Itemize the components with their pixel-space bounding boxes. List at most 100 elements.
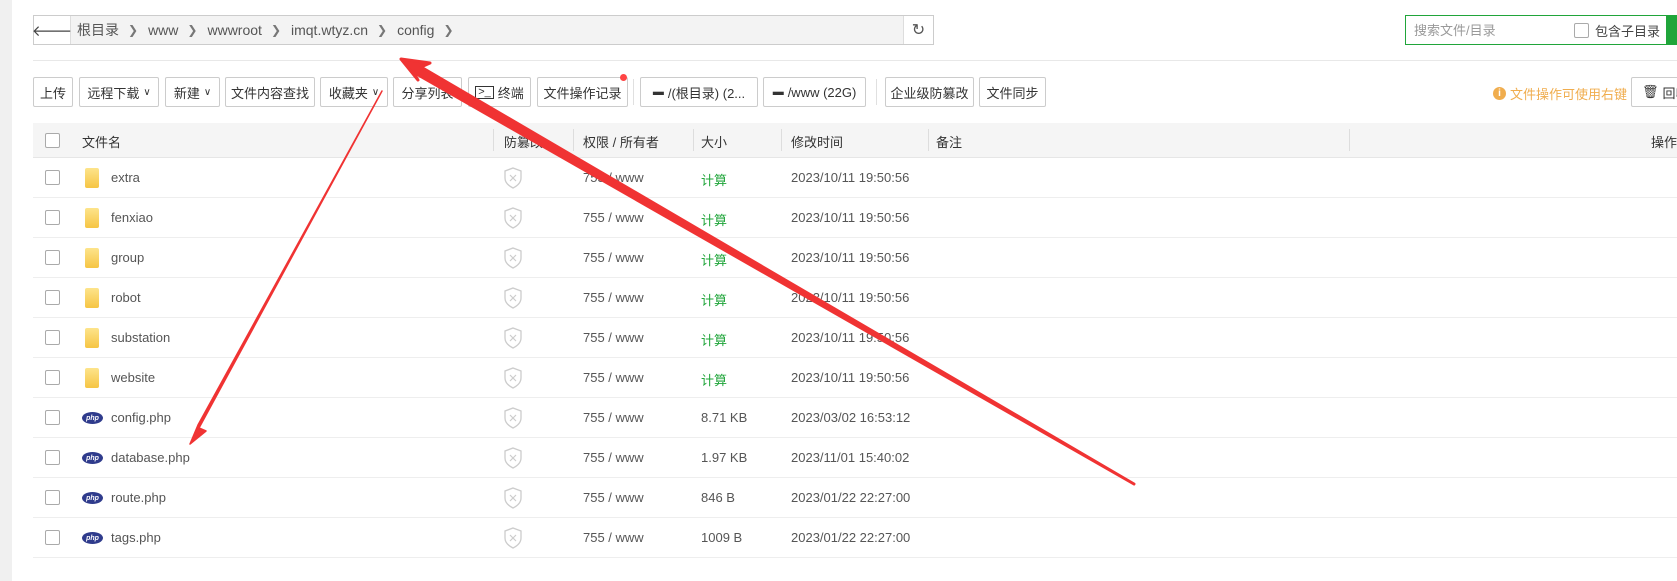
table-row[interactable]: fenxiao 755 / www 计算 2023/10/11 19:50:56	[33, 198, 1677, 238]
new-button[interactable]: 新建 ∨	[165, 77, 220, 107]
shield-off-icon[interactable]	[504, 327, 522, 349]
operation-log-button[interactable]: 文件操作记录	[537, 77, 628, 107]
row-checkbox[interactable]	[45, 490, 60, 505]
upload-button[interactable]: 上传	[33, 77, 73, 107]
shield-off-icon[interactable]	[504, 247, 522, 269]
permission[interactable]: 755 / www	[583, 290, 644, 305]
breadcrumb-item[interactable]: imqt.wtyz.cn ❯	[291, 20, 387, 40]
table-row[interactable]: group 755 / www 计算 2023/10/11 19:50:56	[33, 238, 1677, 278]
col-divider	[573, 129, 574, 151]
file-size[interactable]: 计算	[701, 210, 727, 229]
shield-off-icon[interactable]	[504, 287, 522, 309]
breadcrumb-item[interactable]: www ❯	[148, 20, 197, 40]
favorites-button[interactable]: 收藏夹 ∨	[320, 77, 388, 107]
file-name[interactable]: database.php	[111, 450, 190, 465]
shield-off-icon[interactable]	[504, 367, 522, 389]
permission[interactable]: 755 / www	[583, 530, 644, 545]
permission[interactable]: 755 / www	[583, 170, 644, 185]
chevron-down-icon: ∨	[203, 86, 212, 98]
file-name[interactable]: substation	[111, 330, 170, 345]
table-header: 文件名 防篡改 权限 / 所有者 大小 修改时间 备注 操作	[33, 123, 1677, 158]
file-name[interactable]: group	[111, 250, 144, 265]
share-list-button[interactable]: 分享列表	[393, 77, 462, 107]
disk-button[interactable]: ▬/(根目录) (2...	[640, 77, 758, 107]
shield-off-icon[interactable]	[504, 207, 522, 229]
table-row[interactable]: extra 755 / www 计算 2023/10/11 19:50:56	[33, 158, 1677, 198]
table-row[interactable]: substation 755 / www 计算 2023/10/11 19:50…	[33, 318, 1677, 358]
permission[interactable]: 755 / www	[583, 210, 644, 225]
disk-button[interactable]: ▬/www (22G)	[763, 77, 866, 107]
disk-label: /www (22G)	[787, 84, 857, 100]
file-size[interactable]: 计算	[701, 290, 727, 309]
table-row[interactable]: website 755 / www 计算 2023/10/11 19:50:56	[33, 358, 1677, 398]
php-file-icon: php	[82, 412, 103, 424]
row-checkbox[interactable]	[45, 290, 60, 305]
back-button[interactable]: 🡐	[32, 16, 72, 44]
permission[interactable]: 755 / www	[583, 250, 644, 265]
file-sync-button[interactable]: 文件同步	[979, 77, 1046, 107]
breadcrumb-item[interactable]: config ❯	[397, 20, 453, 40]
shield-off-icon[interactable]	[504, 167, 522, 189]
recycle-label: 回收	[1662, 85, 1677, 101]
permission[interactable]: 755 / www	[583, 490, 644, 505]
button-label: 文件内容查找	[230, 85, 309, 101]
terminal-button[interactable]: >_ 终端	[468, 77, 531, 107]
recycle-bin-button[interactable]: 🗑回收	[1631, 77, 1677, 107]
col-divider	[781, 129, 782, 151]
search-input[interactable]	[1414, 22, 1574, 38]
file-size[interactable]: 计算	[701, 250, 727, 269]
table-row[interactable]: php config.php 755 / www 8.71 KB 2023/03…	[33, 398, 1677, 438]
button-label: 远程下载	[87, 85, 140, 101]
row-checkbox[interactable]	[45, 410, 60, 425]
permission[interactable]: 755 / www	[583, 410, 644, 425]
permission[interactable]: 755 / www	[583, 370, 644, 385]
col-size[interactable]: 大小	[701, 132, 727, 151]
remote-download-button[interactable]: 远程下载 ∨	[79, 77, 159, 107]
shield-off-icon[interactable]	[504, 407, 522, 429]
row-checkbox[interactable]	[45, 370, 60, 385]
tamper-proof-button[interactable]: 企业级防篡改	[885, 77, 974, 107]
row-checkbox[interactable]	[45, 450, 60, 465]
table-row[interactable]: php tags.php 755 / www 1009 B 2023/01/22…	[33, 518, 1677, 558]
shield-off-icon[interactable]	[504, 447, 522, 469]
col-mtime[interactable]: 修改时间	[791, 132, 843, 151]
breadcrumb-item[interactable]: wwwroot ❯	[207, 20, 281, 40]
modified-time: 2023/10/11 19:50:56	[791, 250, 910, 265]
file-name[interactable]: extra	[111, 170, 140, 185]
include-subdir-checkbox[interactable]: 包含子目录	[1574, 21, 1660, 40]
disk-label: /(根目录) (2...	[667, 85, 746, 101]
file-size[interactable]: 计算	[701, 370, 727, 389]
file-name[interactable]: website	[111, 370, 155, 385]
col-name[interactable]: 文件名	[82, 132, 121, 151]
file-name[interactable]: tags.php	[111, 530, 161, 545]
refresh-button[interactable]: ↻	[903, 16, 933, 44]
breadcrumb-item[interactable]: 根目录 ❯	[77, 20, 138, 40]
file-name[interactable]: fenxiao	[111, 210, 153, 225]
file-size[interactable]: 计算	[701, 170, 727, 189]
chevron-right-icon: ❯	[128, 23, 139, 37]
modified-time: 2023/01/22 22:27:00	[791, 530, 911, 545]
file-size[interactable]: 计算	[701, 330, 727, 349]
table-row[interactable]: php route.php 755 / www 846 B 2023/01/22…	[33, 478, 1677, 518]
file-name[interactable]: robot	[111, 290, 141, 305]
file-name[interactable]: route.php	[111, 490, 166, 505]
permission[interactable]: 755 / www	[583, 450, 644, 465]
search-button[interactable]	[1666, 15, 1676, 45]
file-name[interactable]: config.php	[111, 410, 171, 425]
modified-time: 2023/03/02 16:53:12	[791, 410, 911, 425]
table-row[interactable]: php database.php 755 / www 1.97 KB 2023/…	[33, 438, 1677, 478]
row-checkbox[interactable]	[45, 530, 60, 545]
permission[interactable]: 755 / www	[583, 330, 644, 345]
folder-icon	[85, 168, 99, 188]
row-checkbox[interactable]	[45, 330, 60, 345]
row-checkbox[interactable]	[45, 210, 60, 225]
content-search-button[interactable]: 文件内容查找	[225, 77, 315, 107]
chevron-right-icon: ❯	[377, 23, 388, 37]
row-checkbox[interactable]	[45, 170, 60, 185]
table-row[interactable]: robot 755 / www 计算 2023/10/11 19:50:56	[33, 278, 1677, 318]
info-icon: i	[1493, 87, 1506, 100]
shield-off-icon[interactable]	[504, 487, 522, 509]
shield-off-icon[interactable]	[504, 527, 522, 549]
row-checkbox[interactable]	[45, 250, 60, 265]
select-all-checkbox[interactable]	[45, 133, 60, 148]
